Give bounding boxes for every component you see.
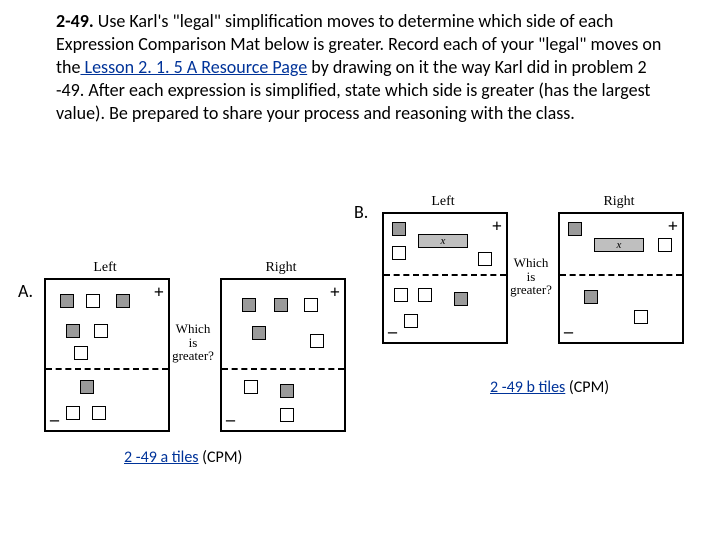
matB-left-group: Left + – x bbox=[382, 194, 508, 344]
tile bbox=[634, 310, 648, 324]
tile bbox=[94, 324, 108, 338]
tile bbox=[66, 406, 80, 420]
matB-right: + – x bbox=[558, 212, 684, 344]
tile bbox=[92, 406, 106, 420]
link-a-suffix: (CPM) bbox=[199, 448, 243, 467]
between-b: Which is greater? bbox=[508, 256, 554, 297]
matA-left-group: Left + – bbox=[44, 260, 170, 432]
tile bbox=[392, 222, 406, 236]
minus-sign: – bbox=[50, 409, 59, 430]
tile bbox=[304, 298, 318, 312]
tile bbox=[242, 298, 256, 312]
link-b-suffix: (CPM) bbox=[565, 378, 609, 397]
tile bbox=[244, 380, 258, 394]
matB-right-title: Right bbox=[558, 194, 680, 210]
matB-left: + – x bbox=[382, 212, 508, 344]
link-b[interactable]: 2 -49 b tiles bbox=[490, 378, 565, 397]
problem-number: 2-49. bbox=[56, 10, 94, 32]
tile bbox=[60, 294, 74, 308]
tile bbox=[658, 238, 672, 252]
tile bbox=[66, 324, 80, 338]
tile bbox=[310, 334, 324, 348]
plus-sign: + bbox=[154, 282, 164, 303]
minus-sign: – bbox=[564, 321, 573, 342]
tile bbox=[584, 290, 598, 304]
tile bbox=[74, 346, 88, 360]
matB-left-title: Left bbox=[382, 194, 504, 210]
between-a: Which is greater? bbox=[170, 322, 216, 363]
minus-sign: – bbox=[388, 321, 397, 342]
tile bbox=[86, 294, 100, 308]
matA-right: + – bbox=[220, 278, 346, 432]
tile bbox=[394, 288, 408, 302]
matA-left-title: Left bbox=[44, 260, 166, 276]
matA-right-divider bbox=[222, 368, 344, 370]
plus-sign: + bbox=[492, 216, 502, 237]
tile bbox=[252, 326, 266, 340]
x-tile: x bbox=[418, 234, 468, 248]
tile bbox=[454, 292, 468, 306]
tile bbox=[280, 384, 294, 398]
matB-right-group: Right + – x bbox=[558, 194, 684, 344]
matA-right-group: Right + – bbox=[220, 260, 346, 432]
minus-sign: – bbox=[226, 409, 235, 430]
tile bbox=[274, 298, 288, 312]
resource-page-link[interactable]: Lesson 2. 1. 5 A Resource Page bbox=[80, 56, 307, 78]
problem-instructions: 2-49. Use Karl's "legal" simplification … bbox=[56, 10, 676, 125]
link-a[interactable]: 2 -49 a tiles bbox=[124, 448, 199, 467]
tile bbox=[280, 408, 294, 422]
link-a-wrapper: 2 -49 a tiles (CPM) bbox=[124, 448, 242, 467]
link-b-wrapper: 2 -49 b tiles (CPM) bbox=[490, 378, 609, 397]
tile bbox=[568, 222, 582, 236]
tile bbox=[80, 380, 94, 394]
part-b-label: B. bbox=[354, 201, 368, 223]
tile bbox=[116, 294, 130, 308]
part-a-label: A. bbox=[18, 280, 33, 302]
tile bbox=[392, 246, 406, 260]
matA-left-divider bbox=[46, 368, 168, 370]
matA-right-title: Right bbox=[220, 260, 342, 276]
plus-sign: + bbox=[668, 216, 678, 237]
matB-left-divider bbox=[384, 274, 506, 276]
tile bbox=[418, 288, 432, 302]
tile bbox=[478, 252, 492, 266]
matB-right-divider bbox=[560, 274, 682, 276]
plus-sign: + bbox=[330, 282, 340, 303]
tile bbox=[404, 314, 418, 328]
matA-left: + – bbox=[44, 278, 170, 432]
x-tile: x bbox=[594, 238, 644, 252]
